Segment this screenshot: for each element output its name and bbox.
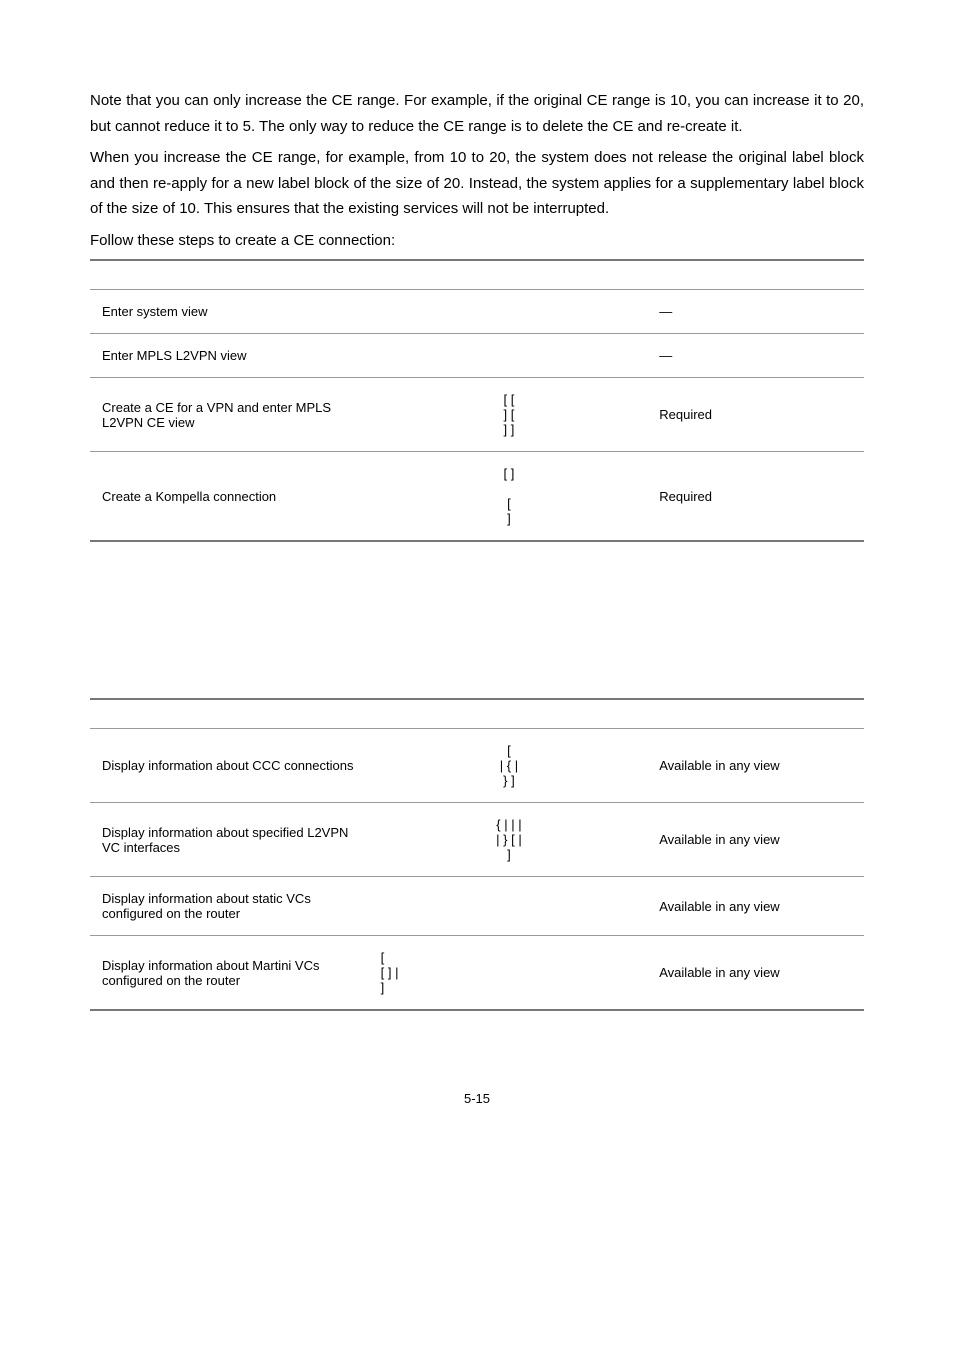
table2-header-3 [647, 699, 864, 729]
table2-cell: Display information about CCC connection… [90, 729, 369, 803]
table2-cell: { | | | | } [ | ] [369, 803, 648, 877]
table-row: Create a CE for a VPN and enter MPLS L2V… [90, 378, 864, 452]
table1-cell: Create a CE for a VPN and enter MPLS L2V… [90, 378, 369, 452]
table2-cell: Display information about specified L2VP… [90, 803, 369, 877]
table2-cell [369, 877, 648, 936]
table-display-commands: Display information about CCC connection… [90, 698, 864, 1011]
table1-cell: Required [647, 378, 864, 452]
table2-cell: Display information about static VCs con… [90, 877, 369, 936]
table-row: Display information about CCC connection… [90, 729, 864, 803]
paragraph-2: When you increase the CE range, for exam… [90, 145, 864, 222]
table2-cell: [ [ ] | ] [369, 936, 648, 1011]
table1-cell: Required [647, 452, 864, 542]
table1-cell: Enter system view [90, 290, 369, 334]
table1-cell: [ [ ] [ ] ] [369, 378, 648, 452]
page-number: 5-15 [90, 1091, 864, 1106]
table2-cell: Display information about Martini VCs co… [90, 936, 369, 1011]
table1-header-1 [90, 260, 369, 290]
table2-cell: [ | { | } ] [369, 729, 648, 803]
table1-cell: Enter MPLS L2VPN view [90, 334, 369, 378]
table1-cell: Create a Kompella connection [90, 452, 369, 542]
table1-cell: [ ] [ ] [369, 452, 648, 542]
table-row: Display information about Martini VCs co… [90, 936, 864, 1011]
table-row: Display information about static VCs con… [90, 877, 864, 936]
table2-cell: Available in any view [647, 803, 864, 877]
table2-cell: Available in any view [647, 877, 864, 936]
table1-cell [369, 334, 648, 378]
table-row: Enter MPLS L2VPN view — [90, 334, 864, 378]
paragraph-1: Note that you can only increase the CE r… [90, 88, 864, 139]
table-row: Create a Kompella connection [ ] [ ] Req… [90, 452, 864, 542]
table1-header-2 [369, 260, 648, 290]
table1-cell [369, 290, 648, 334]
table-create-ce-connection: Enter system view — Enter MPLS L2VPN vie… [90, 259, 864, 542]
paragraph-3: Follow these steps to create a CE connec… [90, 228, 864, 254]
table1-cell: — [647, 334, 864, 378]
table-row: Enter system view — [90, 290, 864, 334]
table2-cell: Available in any view [647, 729, 864, 803]
table1-header-3 [647, 260, 864, 290]
table1-cell: — [647, 290, 864, 334]
table2-header-2 [369, 699, 648, 729]
table-row: Display information about specified L2VP… [90, 803, 864, 877]
table2-header-1 [90, 699, 369, 729]
table2-cell: Available in any view [647, 936, 864, 1011]
